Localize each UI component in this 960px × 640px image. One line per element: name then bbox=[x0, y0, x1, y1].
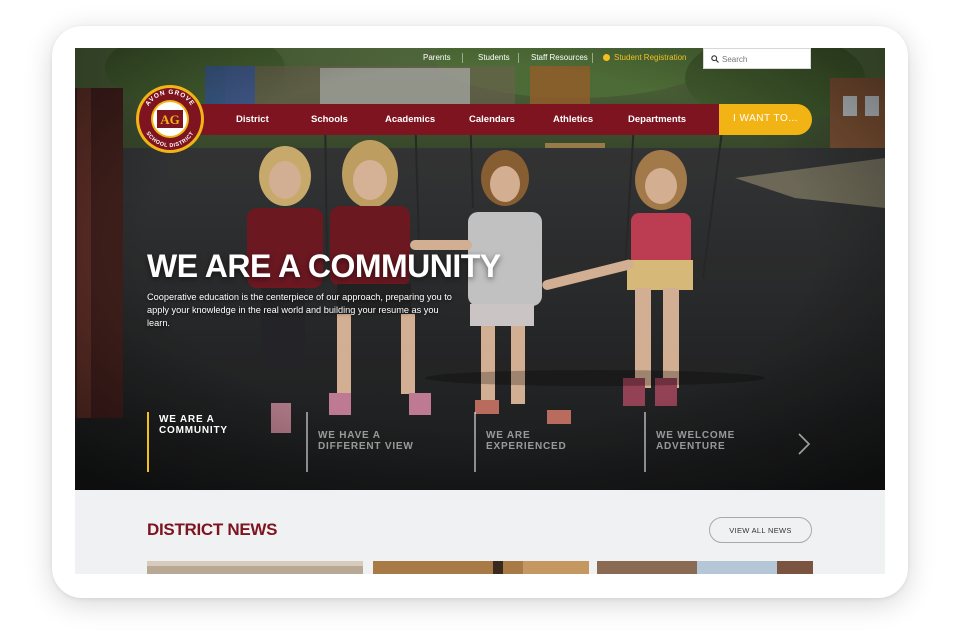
nav-item-academics[interactable]: Academics bbox=[385, 114, 435, 125]
chevron-right-icon[interactable] bbox=[797, 432, 811, 456]
search-input[interactable] bbox=[722, 52, 808, 66]
slide-tab-line2: EXPERIENCED bbox=[486, 441, 567, 452]
slide-tab-indicator bbox=[644, 412, 646, 472]
slide-tab-line1: WE ARE bbox=[486, 430, 531, 441]
slide-tab-label: WE ARE EXPERIENCED bbox=[486, 430, 606, 452]
utility-link-staff-resources[interactable]: Staff Resources bbox=[531, 53, 588, 62]
slide-tab-line2: ADVENTURE bbox=[656, 441, 726, 452]
browser-viewport: Parents Students Staff Resources Student… bbox=[75, 48, 885, 574]
slide-tab-indicator bbox=[474, 412, 476, 472]
search-box bbox=[703, 48, 811, 69]
slide-tab-experienced[interactable]: WE ARE EXPERIENCED bbox=[474, 412, 624, 472]
logo-initials: AG bbox=[160, 112, 180, 127]
i-want-to-button[interactable]: I WANT TO... bbox=[719, 104, 812, 135]
student-registration-label: Student Registration bbox=[614, 53, 687, 62]
slide-tab-community[interactable]: WE ARE A COMMUNITY bbox=[147, 412, 287, 472]
slide-tab-line2: COMMUNITY bbox=[159, 425, 228, 436]
utility-link-student-registration[interactable]: Student Registration bbox=[603, 53, 687, 62]
slide-tab-line1: WE HAVE A bbox=[318, 430, 381, 441]
utility-divider bbox=[518, 53, 519, 63]
nav-item-schools[interactable]: Schools bbox=[311, 114, 348, 125]
nav-item-district[interactable]: District bbox=[236, 114, 269, 125]
nav-item-calendars[interactable]: Calendars bbox=[469, 114, 515, 125]
slide-tab-indicator bbox=[147, 412, 149, 472]
utility-link-students[interactable]: Students bbox=[478, 53, 510, 62]
slide-tab-label: WE WELCOME ADVENTURE bbox=[656, 430, 776, 452]
view-all-news-button[interactable]: VIEW ALL NEWS bbox=[709, 517, 812, 543]
slide-tab-different-view[interactable]: WE HAVE A DIFFERENT VIEW bbox=[306, 412, 456, 472]
slide-tab-indicator bbox=[306, 412, 308, 472]
slide-tab-line1: WE WELCOME bbox=[656, 430, 736, 441]
news-thumbnail[interactable] bbox=[373, 561, 589, 574]
news-thumbnail[interactable] bbox=[597, 561, 813, 574]
slide-tab-line2: DIFFERENT VIEW bbox=[318, 441, 414, 452]
search-icon bbox=[711, 55, 719, 63]
nav-item-departments[interactable]: Departments bbox=[628, 114, 686, 125]
utility-divider bbox=[592, 53, 593, 63]
slide-tab-line1: WE ARE A bbox=[159, 414, 215, 425]
i-want-to-label: I WANT TO... bbox=[733, 113, 799, 124]
hero-headline: WE ARE A COMMUNITY bbox=[147, 248, 501, 284]
main-nav-bar: District Schools Academics Calendars Ath… bbox=[173, 104, 719, 135]
nav-item-athletics[interactable]: Athletics bbox=[553, 114, 593, 125]
hero-section: Parents Students Staff Resources Student… bbox=[75, 48, 885, 490]
hero-subtext: Cooperative education is the centerpiece… bbox=[147, 292, 452, 328]
utility-divider bbox=[462, 53, 463, 63]
view-all-news-label: VIEW ALL NEWS bbox=[729, 526, 792, 535]
registration-dot-icon bbox=[603, 54, 610, 61]
district-news-heading: DISTRICT NEWS bbox=[147, 520, 278, 539]
news-thumbnail[interactable] bbox=[147, 561, 363, 574]
utility-link-parents[interactable]: Parents bbox=[423, 53, 451, 62]
slide-tab-label: WE HAVE A DIFFERENT VIEW bbox=[318, 430, 438, 452]
district-logo[interactable]: AVON GROVE SCHOOL DISTRICT AG bbox=[135, 84, 205, 154]
utility-bar: Parents Students Staff Resources Student… bbox=[75, 48, 885, 70]
slide-tab-label: WE ARE A COMMUNITY bbox=[159, 414, 279, 436]
slide-tab-adventure[interactable]: WE WELCOME ADVENTURE bbox=[644, 412, 794, 472]
